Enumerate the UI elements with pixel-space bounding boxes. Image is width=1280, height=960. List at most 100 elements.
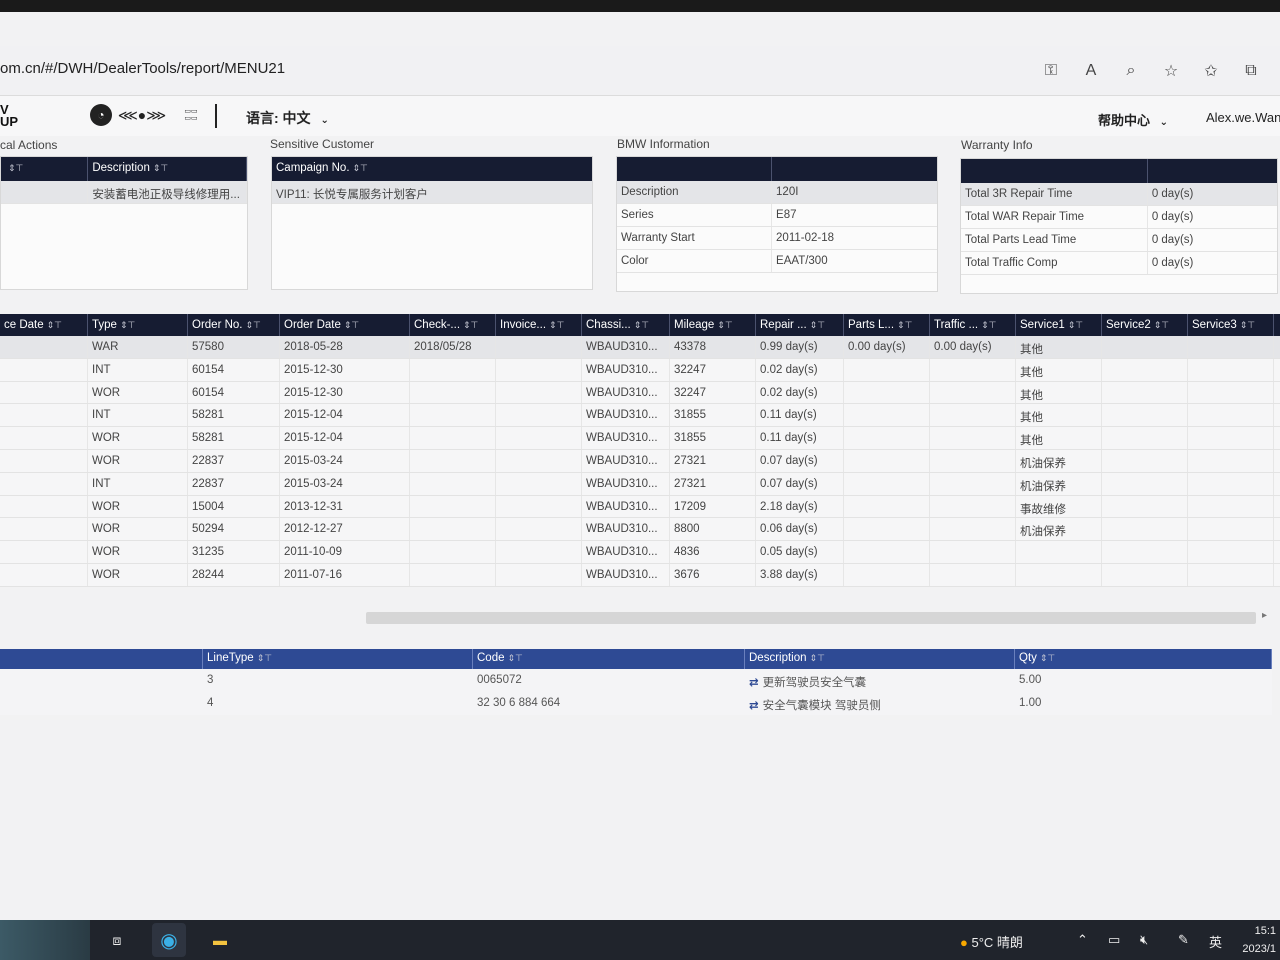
order-row[interactable]: WOR 50294 2012-12-27 WBAUD310... 8800 0.06 da… — [0, 518, 1280, 542]
order-cell — [0, 541, 88, 563]
order-row[interactable]: WOR 28244 2011-07-16 WBAUD310... 3676 3.88 da… — [0, 563, 1280, 587]
order-cell: 2013-12-31 — [280, 495, 410, 518]
sort-filter-icon[interactable]: ⇕⊤ — [1240, 320, 1255, 330]
orders-column-header[interactable]: Order Date ⇕⊤ — [280, 314, 410, 336]
sort-filter-icon[interactable]: ⇕⊤ — [897, 320, 912, 330]
line-row[interactable]: 3 0065072 ⇄ 更新驾驶员安全气囊 5.00 — [0, 669, 1272, 692]
orders-column-header[interactable]: Mileage ⇕⊤ — [670, 314, 756, 336]
order-row[interactable]: INT 60154 2015-12-30 WBAUD310... 32247 0.02 d… — [0, 358, 1280, 382]
language-select[interactable]: 语言: 中文 ⌄ — [246, 108, 329, 128]
pen-icon[interactable]: ✎ — [1178, 932, 1189, 948]
system-clock[interactable]: 15:1 2023/1 — [1242, 922, 1276, 958]
show-hidden-icons-icon[interactable]: ⌃ — [1077, 932, 1088, 948]
app-logo: V UP — [0, 102, 19, 129]
edge-browser-icon[interactable]: ◉ — [152, 923, 186, 957]
file-explorer-icon[interactable]: ▬ — [206, 928, 234, 952]
line-cell: ⇄ 安全气囊模块 驾驶员侧 — [749, 700, 881, 712]
order-cell: 其他 — [1016, 427, 1102, 449]
volume-muted-icon[interactable]: 🔇︎ — [1140, 932, 1148, 948]
sort-filter-icon[interactable]: ⇕⊤ — [463, 320, 478, 330]
orders-column-header[interactable]: ce Date ⇕⊤ — [0, 314, 88, 336]
column-header[interactable]: ⇕⊤ — [1, 157, 89, 181]
column-header-description[interactable]: Description ⇕⊤ — [88, 157, 247, 181]
read-aloud-icon[interactable]: A — [1080, 60, 1102, 82]
order-cell: 2011-07-16 — [280, 563, 410, 586]
line-cell: 3 — [207, 674, 214, 686]
info-row: Total WAR Repair Time 0 day(s) — [961, 206, 1277, 229]
sort-filter-icon[interactable]: ⇕⊤ — [717, 320, 732, 330]
collections-icon[interactable]: ⧉ — [1240, 60, 1262, 82]
lines-column-header[interactable]: Description ⇕⊤ — [745, 649, 1015, 669]
orders-column-header[interactable]: Service3 ⇕⊤ — [1188, 314, 1274, 336]
order-cell: WBAUD310... — [582, 518, 670, 541]
order-row[interactable]: WOR 60154 2015-12-30 WBAUD310... 32247 0.02 d… — [0, 381, 1280, 405]
network-icon[interactable]: ▭ — [1108, 932, 1120, 948]
sort-filter-icon[interactable]: ⇕⊤ — [810, 653, 825, 663]
url-field[interactable]: om.cn/#/DWH/DealerTools/report/MENU21 — [0, 60, 285, 77]
sort-filter-icon[interactable]: ⇕⊤ — [246, 320, 261, 330]
order-cell: WBAUD310... — [582, 563, 670, 586]
orders-column-header[interactable]: Parts L... ⇕⊤ — [844, 314, 930, 336]
sort-filter-icon: ⇕⊤ — [352, 163, 368, 173]
table-row[interactable]: 安装蓄电池正极导线修理用... — [1, 181, 247, 204]
orders-column-header[interactable]: Type ⇕⊤ — [88, 314, 188, 336]
order-cell: 0.05 day(s) — [756, 541, 844, 563]
sort-filter-icon[interactable]: ⇕⊤ — [257, 653, 272, 663]
orders-column-header[interactable]: Repair ... ⇕⊤ — [756, 314, 844, 336]
replace-icon[interactable]: ⇄ — [749, 677, 759, 689]
help-center-menu[interactable]: 帮助中心 ⌄ — [1098, 110, 1168, 129]
browser-address-bar: om.cn/#/DWH/DealerTools/report/MENU21 ⚿ … — [0, 46, 1280, 96]
sort-filter-icon[interactable]: ⇕⊤ — [47, 320, 62, 330]
horizontal-scrollbar[interactable] — [366, 612, 1256, 624]
order-cell: 2015-03-24 — [280, 472, 410, 495]
lines-column-header[interactable]: Qty ⇕⊤ — [1015, 649, 1272, 669]
line-cell: 5.00 — [1019, 674, 1042, 686]
order-cell — [496, 495, 582, 518]
orders-column-header[interactable]: Service1 ⇕⊤ — [1016, 314, 1102, 336]
orders-column-header[interactable]: Chassi... ⇕⊤ — [582, 314, 670, 336]
ime-indicator[interactable]: 英 — [1209, 932, 1222, 951]
order-row[interactable]: WAR 57580 2018-05-28 2018/05/28 WBAUD310... 4… — [0, 336, 1280, 359]
table-row[interactable]: VIP11: 长悦专属服务计划客户 — [272, 181, 592, 204]
sort-filter-icon[interactable]: ⇕⊤ — [1040, 653, 1055, 663]
favorite-add-icon[interactable]: ☆ — [1160, 60, 1182, 82]
sort-filter-icon[interactable]: ⇕⊤ — [344, 320, 359, 330]
sort-filter-icon[interactable]: ⇕⊤ — [1154, 320, 1169, 330]
order-row[interactable]: INT 22837 2015-03-24 WBAUD310... 27321 0.07 d… — [0, 472, 1280, 496]
order-cell: 32247 — [670, 358, 756, 381]
key-icon[interactable]: ⚿ — [1040, 60, 1062, 82]
orders-grid-body: WAR 57580 2018-05-28 2018/05/28 WBAUD310... 4… — [0, 336, 1280, 587]
column-header-campaign-no[interactable]: Campaign No. ⇕⊤ — [272, 157, 592, 181]
weather-widget[interactable]: ● 5°C 晴朗 — [960, 932, 1023, 951]
widgets-button[interactable] — [0, 920, 90, 960]
task-view-icon[interactable]: ⧈ — [104, 928, 130, 952]
orders-column-header[interactable]: Check-... ⇕⊤ — [410, 314, 496, 336]
zoom-icon[interactable]: ⌕ — [1120, 60, 1142, 82]
sort-filter-icon[interactable]: ⇕⊤ — [634, 320, 649, 330]
order-cell — [1188, 449, 1274, 472]
favorites-icon[interactable]: ✩ — [1200, 60, 1222, 82]
sort-filter-icon[interactable]: ⇕⊤ — [120, 320, 135, 330]
order-cell: 28244 — [188, 563, 280, 586]
sort-filter-icon[interactable]: ⇕⊤ — [1068, 320, 1083, 330]
lines-column-header[interactable]: Code ⇕⊤ — [473, 649, 745, 669]
order-row[interactable]: INT 58281 2015-12-04 WBAUD310... 31855 0.11 d… — [0, 404, 1280, 428]
orders-column-header[interactable]: Order No. ⇕⊤ — [188, 314, 280, 336]
lines-column-header[interactable]: LineType ⇕⊤ — [203, 649, 473, 669]
line-row[interactable]: 4 32 30 6 884 664 ⇄ 安全气囊模块 驾驶员侧 1.00 — [0, 692, 1272, 715]
orders-column-header[interactable]: Invoice... ⇕⊤ — [496, 314, 582, 336]
order-row[interactable]: WOR 22837 2015-03-24 WBAUD310... 27321 0.07 d… — [0, 449, 1280, 473]
order-row[interactable]: WOR 31235 2011-10-09 WBAUD310... 4836 0.05 da… — [0, 541, 1280, 564]
sort-filter-icon[interactable]: ⇕⊤ — [981, 320, 996, 330]
order-cell — [1102, 518, 1188, 541]
scroll-right-icon[interactable]: ▸ — [1262, 610, 1267, 621]
user-menu[interactable]: Alex.we.Wan — [1206, 110, 1280, 125]
sort-filter-icon[interactable]: ⇕⊤ — [549, 320, 564, 330]
replace-icon[interactable]: ⇄ — [749, 700, 759, 712]
order-row[interactable]: WOR 15004 2013-12-31 WBAUD310... 17209 2.18 d… — [0, 495, 1280, 519]
order-row[interactable]: WOR 58281 2015-12-04 WBAUD310... 31855 0.11 d… — [0, 427, 1280, 450]
orders-column-header[interactable]: Traffic ... ⇕⊤ — [930, 314, 1016, 336]
sort-filter-icon[interactable]: ⇕⊤ — [810, 320, 825, 330]
orders-column-header[interactable]: Service2 ⇕⊤ — [1102, 314, 1188, 336]
sort-filter-icon[interactable]: ⇕⊤ — [508, 653, 523, 663]
